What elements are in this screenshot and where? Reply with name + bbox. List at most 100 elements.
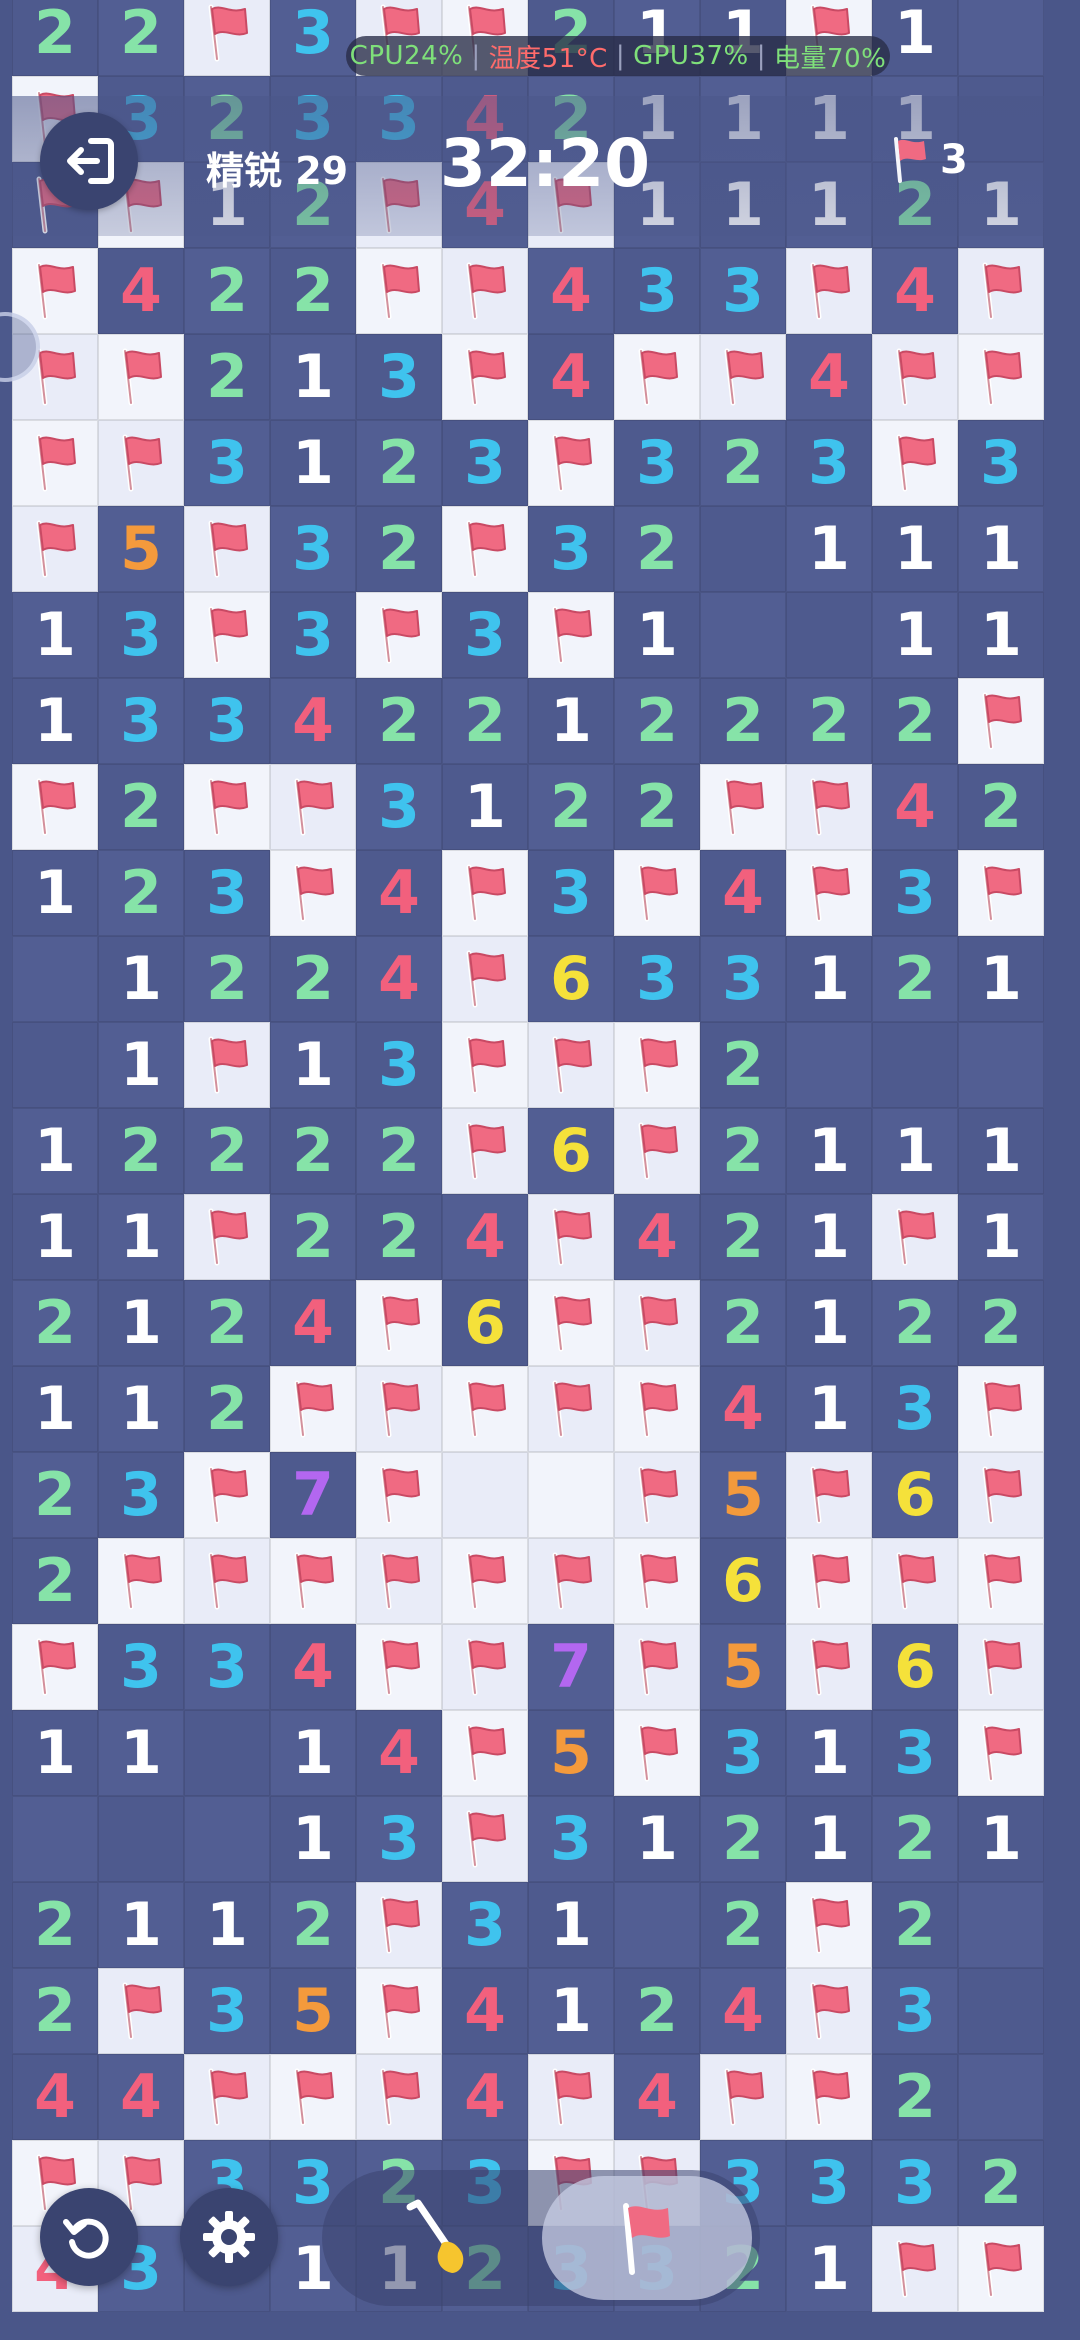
number-cell[interactable]: 1 (786, 1366, 872, 1452)
number-cell[interactable]: 1 (786, 1280, 872, 1366)
number-cell[interactable]: 6 (872, 1452, 958, 1538)
flagged-cell[interactable] (958, 1538, 1044, 1624)
number-cell[interactable]: 2 (270, 936, 356, 1022)
number-cell[interactable]: 2 (270, 1108, 356, 1194)
number-cell[interactable]: 1 (98, 1022, 184, 1108)
flagged-cell[interactable] (528, 1280, 614, 1366)
number-cell[interactable]: 1 (528, 678, 614, 764)
number-cell[interactable]: 1 (98, 1882, 184, 1968)
flagged-cell[interactable] (98, 1968, 184, 2054)
flagged-cell[interactable] (872, 2226, 958, 2312)
number-cell[interactable]: 1 (98, 1710, 184, 1796)
empty-cell[interactable] (958, 1968, 1044, 2054)
number-cell[interactable]: 2 (958, 764, 1044, 850)
number-cell[interactable]: 3 (700, 248, 786, 334)
flagged-cell[interactable] (98, 1538, 184, 1624)
flagged-cell[interactable] (356, 1882, 442, 1968)
number-cell[interactable]: 3 (270, 592, 356, 678)
empty-cell[interactable] (12, 1022, 98, 1108)
number-cell[interactable]: 2 (614, 764, 700, 850)
flagged-cell[interactable] (786, 248, 872, 334)
number-cell[interactable]: 3 (528, 1796, 614, 1882)
number-cell[interactable]: 2 (356, 1108, 442, 1194)
number-cell[interactable]: 1 (270, 1796, 356, 1882)
flagged-cell[interactable] (786, 2054, 872, 2140)
number-cell[interactable]: 4 (270, 678, 356, 764)
number-cell[interactable]: 3 (184, 1968, 270, 2054)
flagged-cell[interactable] (700, 764, 786, 850)
flagged-cell[interactable] (270, 2054, 356, 2140)
flagged-cell[interactable] (98, 420, 184, 506)
number-cell[interactable]: 3 (528, 506, 614, 592)
number-cell[interactable]: 2 (356, 420, 442, 506)
flagged-cell[interactable] (98, 334, 184, 420)
number-cell[interactable]: 2 (184, 936, 270, 1022)
number-cell[interactable]: 3 (184, 678, 270, 764)
empty-cell[interactable] (614, 1882, 700, 1968)
flagged-cell[interactable] (270, 1366, 356, 1452)
flagged-cell[interactable] (442, 334, 528, 420)
number-cell[interactable]: 5 (270, 1968, 356, 2054)
flagged-cell[interactable] (614, 850, 700, 936)
number-cell[interactable]: 2 (98, 0, 184, 76)
flagged-cell[interactable] (786, 764, 872, 850)
number-cell[interactable]: 3 (872, 1366, 958, 1452)
flagged-cell[interactable] (356, 1366, 442, 1452)
number-cell[interactable]: 1 (786, 506, 872, 592)
number-cell[interactable]: 3 (184, 420, 270, 506)
number-cell[interactable]: 1 (270, 420, 356, 506)
number-cell[interactable]: 6 (700, 1538, 786, 1624)
number-cell[interactable]: 4 (786, 334, 872, 420)
flagged-cell[interactable] (356, 1538, 442, 1624)
number-cell[interactable]: 1 (12, 1194, 98, 1280)
number-cell[interactable]: 3 (184, 1624, 270, 1710)
flagged-cell[interactable] (872, 1538, 958, 1624)
number-cell[interactable]: 2 (872, 1882, 958, 1968)
minesweeper-board[interactable]: 2232111323342111112411121422433421344312… (0, 0, 1080, 2340)
number-cell[interactable]: 4 (442, 1968, 528, 2054)
number-cell[interactable]: 3 (872, 2140, 958, 2226)
number-cell[interactable]: 4 (442, 2054, 528, 2140)
number-cell[interactable]: 3 (614, 936, 700, 1022)
flagged-cell[interactable] (872, 334, 958, 420)
empty-cell[interactable] (184, 1796, 270, 1882)
flagged-cell[interactable] (614, 1710, 700, 1796)
number-cell[interactable]: 3 (356, 1796, 442, 1882)
flagged-cell[interactable] (270, 764, 356, 850)
number-cell[interactable]: 3 (356, 334, 442, 420)
number-cell[interactable]: 1 (958, 1108, 1044, 1194)
flagged-cell[interactable] (528, 1194, 614, 1280)
number-cell[interactable]: 1 (958, 1796, 1044, 1882)
number-cell[interactable]: 2 (872, 1280, 958, 1366)
flagged-cell[interactable] (442, 1624, 528, 1710)
number-cell[interactable]: 3 (872, 1968, 958, 2054)
number-cell[interactable]: 2 (12, 1882, 98, 1968)
flagged-cell[interactable] (528, 2054, 614, 2140)
empty-cell[interactable] (786, 1022, 872, 1108)
number-cell[interactable]: 7 (528, 1624, 614, 1710)
flagged-cell[interactable] (786, 1882, 872, 1968)
number-cell[interactable]: 5 (700, 1624, 786, 1710)
empty-cell[interactable] (700, 506, 786, 592)
number-cell[interactable]: 4 (700, 1366, 786, 1452)
number-cell[interactable]: 3 (442, 420, 528, 506)
number-cell[interactable]: 4 (528, 334, 614, 420)
flagged-cell[interactable] (442, 1710, 528, 1796)
flagged-cell[interactable] (958, 1452, 1044, 1538)
number-cell[interactable]: 2 (12, 1280, 98, 1366)
flagged-cell[interactable] (442, 1366, 528, 1452)
empty-cell[interactable] (958, 1882, 1044, 1968)
flagged-cell[interactable] (442, 850, 528, 936)
flagged-cell[interactable] (958, 850, 1044, 936)
number-cell[interactable]: 5 (528, 1710, 614, 1796)
number-cell[interactable]: 2 (700, 1280, 786, 1366)
flagged-cell[interactable] (184, 764, 270, 850)
number-cell[interactable]: 1 (958, 1194, 1044, 1280)
flagged-cell[interactable] (442, 1538, 528, 1624)
number-cell[interactable]: 2 (872, 936, 958, 1022)
number-cell[interactable]: 1 (12, 850, 98, 936)
number-cell[interactable]: 2 (270, 248, 356, 334)
flagged-cell[interactable] (614, 1022, 700, 1108)
flagged-cell[interactable] (356, 592, 442, 678)
number-cell[interactable]: 1 (958, 936, 1044, 1022)
